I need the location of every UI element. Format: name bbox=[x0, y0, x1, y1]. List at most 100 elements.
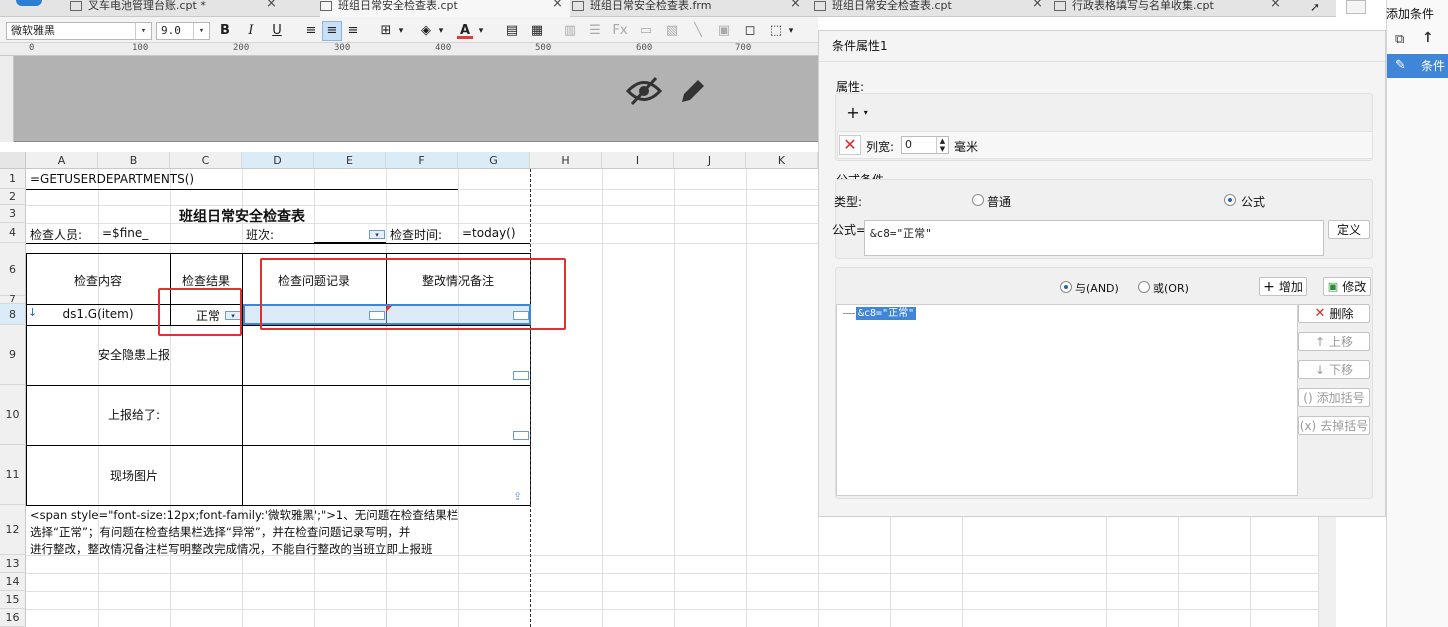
add-paren-button[interactable]: () 添加括号 bbox=[1298, 388, 1370, 407]
vertical-scrollbar[interactable] bbox=[1318, 517, 1336, 627]
clear-icon[interactable]: ◻ bbox=[740, 21, 760, 41]
add-condition-button[interactable]: + 增加 bbox=[1259, 277, 1307, 296]
align-center-icon[interactable]: ≡ bbox=[322, 21, 342, 41]
row-header[interactable]: 2 bbox=[0, 189, 26, 205]
font-color-icon[interactable]: A bbox=[455, 21, 475, 41]
insert-icon[interactable]: ▣ bbox=[714, 21, 734, 41]
close-icon[interactable]: × bbox=[1270, 0, 1281, 10]
cell-b4[interactable]: =$fine_ bbox=[102, 226, 148, 240]
or-radio[interactable] bbox=[1138, 281, 1150, 293]
column-header[interactable]: I bbox=[602, 152, 674, 169]
cell-f4[interactable]: 检查时间: bbox=[390, 226, 442, 243]
cell-a8[interactable]: ds1.G(item) bbox=[26, 307, 170, 321]
tab-1[interactable]: 叉车电池管理台账.cpt * × bbox=[70, 0, 280, 17]
chevron-down-icon[interactable]: ▾ bbox=[436, 21, 446, 41]
border-icon[interactable]: ⊞ bbox=[376, 21, 396, 41]
header-result[interactable]: 检查结果 bbox=[170, 272, 242, 289]
col-width-input[interactable]: 0 ▲ ▼ bbox=[901, 136, 949, 154]
column-header[interactable]: A bbox=[26, 152, 98, 169]
report-title[interactable]: 班组日常安全检查表 bbox=[26, 206, 458, 226]
cell-d4[interactable]: 班次: bbox=[246, 226, 274, 243]
close-icon[interactable]: × bbox=[552, 0, 563, 10]
type-normal-radio[interactable] bbox=[972, 194, 984, 206]
define-button[interactable]: 定义 bbox=[1328, 220, 1370, 239]
formula-icon[interactable]: Fx bbox=[610, 21, 630, 41]
formula-input[interactable]: &c8="正常" bbox=[864, 220, 1324, 256]
underline-button[interactable]: U bbox=[267, 21, 287, 41]
tab-3[interactable]: 班组日常安全检查表.frm × bbox=[572, 0, 804, 17]
header-content[interactable]: 检查内容 bbox=[26, 272, 170, 289]
copy-icon[interactable]: ⧉ bbox=[1395, 32, 1404, 47]
chart-icon[interactable]: ▭ bbox=[636, 21, 656, 41]
note-line-1[interactable]: <span style="font-size:12px;font-family:… bbox=[30, 507, 458, 523]
column-header[interactable]: G bbox=[458, 152, 530, 169]
column-header[interactable]: J bbox=[674, 152, 746, 169]
modify-condition-button[interactable]: ▣ 修改 bbox=[1323, 277, 1371, 296]
condition-item[interactable]: &c8="正常" bbox=[856, 307, 917, 320]
move-up-button[interactable]: ↑ 上移 bbox=[1298, 332, 1370, 351]
note-line-2[interactable]: 选择“正常”；有问题在检查结果栏选择“异常”，并在检查问题记录写明，并 bbox=[30, 524, 410, 540]
cursor-icon[interactable]: ➚ bbox=[1310, 0, 1320, 14]
condition-list-item[interactable]: ✎ 条件 bbox=[1387, 54, 1448, 78]
column-header[interactable]: C bbox=[170, 152, 242, 169]
column-header[interactable]: K bbox=[746, 152, 818, 169]
corner-cell[interactable] bbox=[0, 152, 26, 169]
remove-attr-icon[interactable]: ✕ bbox=[839, 135, 861, 155]
cell-a11[interactable]: 现场图片 bbox=[26, 467, 242, 484]
move-down-button[interactable]: ↓ 下移 bbox=[1298, 360, 1370, 379]
row-header[interactable]: 9 bbox=[0, 325, 26, 385]
image-icon[interactable]: ▧ bbox=[662, 21, 682, 41]
row-header[interactable]: 16 bbox=[0, 609, 26, 627]
split-icon[interactable]: ☰ bbox=[585, 21, 605, 41]
align-right-icon[interactable]: ≡ bbox=[343, 21, 363, 41]
cell-a4[interactable]: 检查人员: bbox=[30, 226, 82, 243]
row-header[interactable]: 14 bbox=[0, 573, 26, 591]
row-header[interactable]: 3 bbox=[0, 205, 26, 223]
row-header[interactable]: 15 bbox=[0, 591, 26, 609]
cell-a1[interactable]: =GETUSERDEPARTMENTS() bbox=[30, 172, 194, 186]
close-icon[interactable]: × bbox=[266, 0, 277, 10]
tab-4[interactable]: 班组日常安全检查表.cpt × bbox=[814, 0, 1046, 17]
eye-off-icon[interactable] bbox=[626, 76, 662, 106]
note-line-3[interactable]: 进行整改，整改情况备注栏写明整改完成情况，不能自行整改的当班立即上报班 bbox=[30, 541, 433, 557]
spinner-icon[interactable]: ▲ ▼ bbox=[936, 137, 948, 153]
pencil-icon[interactable] bbox=[678, 76, 708, 106]
row-header[interactable]: 10 bbox=[0, 385, 26, 445]
and-radio[interactable] bbox=[1060, 281, 1072, 293]
row-header[interactable]: 6 bbox=[0, 243, 26, 296]
close-icon[interactable]: × bbox=[1032, 0, 1043, 10]
type-formula-radio[interactable] bbox=[1224, 194, 1236, 206]
column-header[interactable]: F bbox=[386, 152, 458, 169]
arrow-up-icon[interactable]: ↑ bbox=[1422, 30, 1434, 46]
fill-color-icon[interactable]: ◈ bbox=[416, 21, 436, 41]
column-header[interactable]: D bbox=[242, 152, 314, 169]
cell-a10[interactable]: 上报给了: bbox=[26, 406, 242, 423]
row-header[interactable]: 11 bbox=[0, 445, 26, 505]
column-header[interactable]: H bbox=[530, 152, 602, 169]
close-icon[interactable]: × bbox=[790, 0, 801, 10]
cell-a9[interactable]: 安全隐患上报 bbox=[26, 346, 242, 363]
dropdown-widget-icon[interactable]: ▾ bbox=[369, 230, 385, 239]
row-header[interactable]: 8 bbox=[0, 304, 26, 325]
column-header[interactable]: B bbox=[98, 152, 170, 169]
merge-icon[interactable]: ▥ bbox=[560, 21, 580, 41]
italic-button[interactable]: I bbox=[241, 21, 261, 41]
row-header[interactable]: 4 bbox=[0, 223, 26, 243]
slash-icon[interactable]: ╲ bbox=[688, 21, 708, 41]
column-header[interactable]: E bbox=[314, 152, 386, 169]
row-header[interactable]: 12 bbox=[0, 505, 26, 555]
condition-list[interactable] bbox=[836, 304, 1298, 496]
remove-paren-button[interactable]: (x) 去掉括号 bbox=[1298, 416, 1370, 435]
delete-button[interactable]: ✕ 删除 bbox=[1298, 304, 1370, 323]
cell-format-icon[interactable]: ▤ bbox=[502, 21, 522, 41]
font-family-select[interactable]: 微软雅黑 ▾ bbox=[6, 22, 152, 40]
cell-g4[interactable]: =today() bbox=[462, 226, 516, 240]
size-icon[interactable]: ⬚ bbox=[766, 21, 786, 41]
row-header[interactable]: 1 bbox=[0, 169, 26, 189]
chevron-down-icon[interactable]: ▾ bbox=[476, 21, 486, 41]
row-header[interactable]: 13 bbox=[0, 555, 26, 573]
align-left-icon[interactable]: ≡ bbox=[301, 21, 321, 41]
tab-5[interactable]: 行政表格填写与名单收集.cpt × bbox=[1054, 0, 1284, 17]
dock-icon[interactable] bbox=[1346, 0, 1366, 14]
tab-2[interactable]: 班组日常安全检查表.cpt × bbox=[320, 0, 570, 17]
